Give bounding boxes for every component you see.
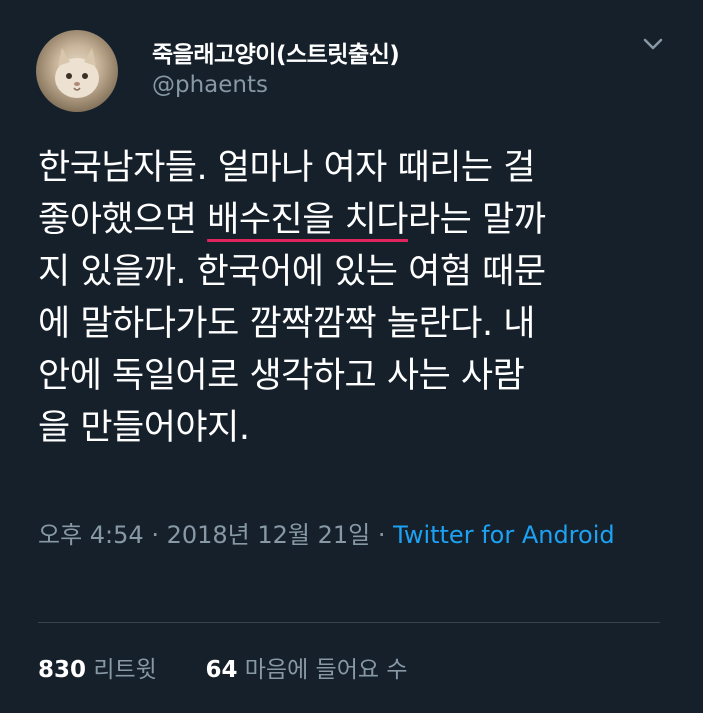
likes-label[interactable]: 마음에 들어요 수 [245, 657, 408, 683]
tweet-text: 한국남자들. 얼마나 여자 때리는 걸 좋아했으면 배수진을 치다라는 말까 지… [38, 142, 678, 454]
display-name[interactable]: 죽을래고양이(스트릿출신) [152, 35, 400, 69]
retweets-count[interactable]: 830 [38, 657, 86, 683]
tweet-source-link[interactable]: Twitter for Android [393, 521, 614, 549]
user-handle[interactable]: @phaents [152, 72, 268, 98]
divider [38, 622, 660, 623]
tweet-date[interactable]: 2018년 12월 21일 [167, 521, 371, 549]
retweets-label[interactable]: 리트윗 [93, 657, 156, 683]
tweet-time[interactable]: 오후 4:54 [38, 521, 144, 549]
tweet-stats: 830 리트윗 64 마음에 들어요 수 [38, 650, 408, 684]
chevron-down-icon[interactable] [642, 36, 664, 52]
likes-count[interactable]: 64 [205, 657, 237, 683]
cat-avatar-image [55, 48, 99, 98]
tweet-meta: 오후 4:54 · 2018년 12월 21일 · Twitter for An… [38, 516, 638, 554]
meta-separator: · [143, 521, 167, 549]
meta-separator: · [370, 521, 394, 549]
underlined-phrase: 배수진을 치다 [207, 200, 408, 240]
avatar[interactable] [36, 30, 118, 112]
